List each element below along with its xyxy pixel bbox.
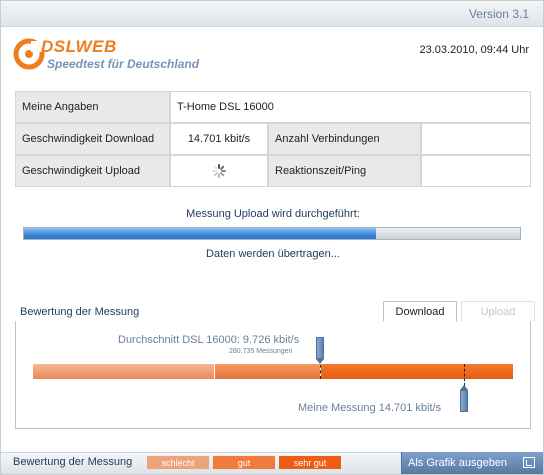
export-icon [523, 457, 535, 468]
export-button-label: Als Grafik ausgeben [408, 457, 508, 469]
progress-status: Daten werden übertragen... [206, 248, 340, 260]
legend-title: Bewertung der Messung [13, 456, 133, 468]
version-label: Version 3.1 [468, 7, 529, 21]
legend-bad: schlecht [147, 456, 209, 469]
upload-value [170, 155, 268, 187]
tab-upload[interactable]: Upload [461, 301, 535, 322]
row-upload: Geschwindigkeit Upload Reaktionszeit/Pin… [15, 155, 531, 187]
top-bar: Version 3.1 [1, 1, 543, 27]
rating-panel-title: Bewertung der Messung [20, 306, 140, 318]
upload-label: Geschwindigkeit Upload [15, 155, 170, 187]
my-details-label: Meine Angaben [15, 91, 170, 123]
average-marker-arrow-icon [316, 359, 325, 364]
connections-label: Anzahl Verbindungen [268, 123, 421, 155]
rating-scale [33, 364, 513, 379]
measurement-datetime: 23.03.2010, 09:44 Uhr [419, 44, 529, 56]
download-label: Geschwindigkeit Download [15, 123, 170, 155]
logo-wordmark: DSLWEB [41, 37, 117, 56]
my-measurement-label: Meine Messung 14.701 kbit/s [298, 402, 442, 414]
scale-segment-good [215, 364, 321, 379]
spinner-icon [212, 164, 226, 178]
scale-segment-bad [33, 364, 216, 379]
my-details-value: T-Home DSL 16000 [170, 91, 531, 123]
connections-value [421, 123, 531, 155]
legend-good: gut [213, 456, 275, 469]
scale-segment-very-good [321, 364, 513, 379]
ping-label: Reaktionszeit/Ping [268, 155, 421, 187]
logo-tagline: Speedtest für Deutschland [47, 57, 200, 71]
row-my-details: Meine Angaben T-Home DSL 16000 [15, 91, 531, 123]
progress-title: Messung Upload wird durchgeführt: [186, 208, 360, 220]
dslweb-logo: DSLWEB Speedtest für Deutschland [13, 37, 223, 77]
export-graphic-button[interactable]: Als Grafik ausgeben [401, 452, 543, 474]
row-download: Geschwindigkeit Download 14.701 kbit/s A… [15, 123, 531, 155]
average-count: 280.735 Messungen [229, 348, 293, 355]
average-marker [316, 337, 325, 359]
upload-progress-fill [24, 228, 377, 239]
average-label: Durchschnitt DSL 16000: 9.726 kbit/s [118, 334, 300, 346]
upload-progress-bar [23, 227, 521, 240]
download-value: 14.701 kbit/s [170, 123, 268, 155]
tab-download[interactable]: Download [383, 301, 457, 322]
ping-value [421, 155, 531, 187]
legend-very-good: sehr gut [279, 456, 341, 469]
my-measurement-marker [460, 390, 469, 412]
my-measurement-marker-line [464, 364, 466, 386]
speedtest-window: Version 3.1 DSLWEB Speedtest für Deutsch… [0, 0, 544, 475]
